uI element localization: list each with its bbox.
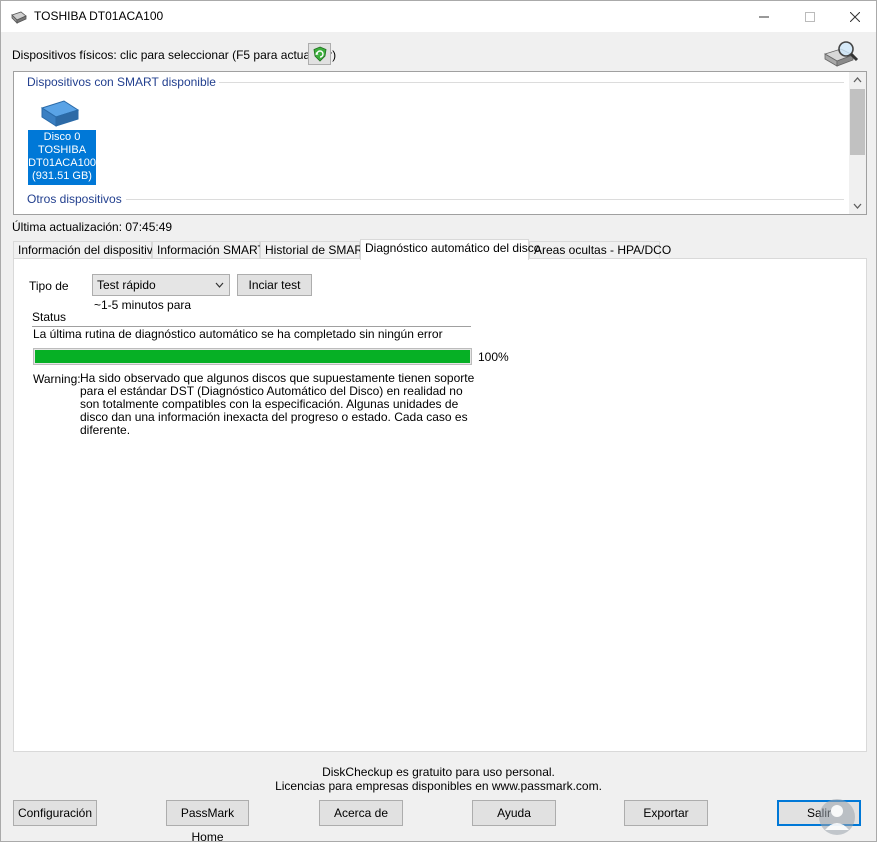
test-type-select[interactable]: Test rápido [92,274,230,296]
chevron-down-icon [853,203,862,209]
group-divider [126,199,844,200]
disk-name: Disco 0 [43,131,81,143]
disk-size: (931.51 GB) [32,170,92,182]
chevron-up-icon [853,77,862,83]
maximize-icon [805,11,815,22]
last-update-label: Última actualización: 07:45:49 [12,220,173,234]
passmark-home-button[interactable]: PassMark Home [166,800,249,842]
status-text: La última rutina de diagnóstico automáti… [32,326,471,343]
minimize-icon [759,16,769,17]
other-group-label: Otros dispositivos [27,192,122,206]
test-duration: ~1-5 minutos para [94,298,192,312]
footer-line-2: Licencias para empresas disponibles en w… [275,779,602,793]
progress-fill [35,350,470,363]
device-list-panel[interactable]: Dispositivos con SMART disponible Disco … [13,71,867,215]
self-test-panel: Tipo de Test rápido Inciar test ~1-5 min… [13,258,867,752]
smart-group-label: Dispositivos con SMART disponible [27,75,216,89]
about-button[interactable]: Acerca de [319,800,403,826]
tab-smart-info[interactable]: Información SMART [152,241,265,259]
magnifier-icon[interactable] [823,40,859,70]
smart-group-header: Dispositivos con SMART disponible [27,75,216,89]
other-group-header: Otros dispositivos [27,192,122,206]
watermark-logo-icon [819,799,855,835]
close-button[interactable] [832,1,877,32]
device-list-scrollbar[interactable] [849,72,866,214]
progress-bar [33,348,472,365]
disk-0-item[interactable]: Disco 0 TOSHIBA DT01ACA100 (931.51 GB) [28,130,96,185]
refresh-button[interactable] [308,43,331,65]
scroll-thumb[interactable] [850,89,865,155]
shield-refresh-icon [313,46,326,62]
warning-label: Warning: [33,372,81,386]
minimize-button[interactable] [741,1,787,32]
export-button[interactable]: Exportar [624,800,708,826]
scroll-down-button[interactable] [849,198,866,214]
test-type-label: Tipo de [29,279,69,293]
status-label: Status [32,310,67,324]
disk-app-icon [11,11,27,24]
test-type-value: Test rápido [97,278,156,292]
footer-notice: DiskCheckup es gratuito para uso persona… [1,765,876,793]
start-test-button[interactable]: Inciar test [237,274,312,296]
maximize-button[interactable] [787,1,833,32]
footer-line-1: DiskCheckup es gratuito para uso persona… [322,765,555,779]
warning-text: Ha sido observado que algunos discos que… [80,371,475,437]
chevron-down-icon [215,275,224,302]
title-bar[interactable]: TOSHIBA DT01ACA100 [1,1,876,32]
help-button[interactable]: Ayuda [472,800,556,826]
hard-disk-icon[interactable] [40,98,80,130]
scroll-up-button[interactable] [849,72,866,88]
window-title: TOSHIBA DT01ACA100 [34,9,164,23]
disk-model: DT01ACA100 [28,157,96,169]
tab-smart-history[interactable]: Historial de SMART [260,241,370,259]
progress-percent: 100% [478,350,509,364]
app-window: TOSHIBA DT01ACA100 Dispositivos físicos:… [0,0,877,842]
group-divider [219,82,844,83]
disk-vendor: TOSHIBA [37,144,87,156]
configuration-button[interactable]: Configuración [13,800,97,826]
physical-devices-label: Dispositivos físicos: clic para seleccio… [12,48,337,62]
tab-self-test[interactable]: Diagnóstico automático del disco [360,239,540,260]
tab-device-info[interactable]: Información del dispositivo [13,241,159,259]
close-icon [850,11,860,22]
tab-hidden-areas[interactable]: Areas ocultas - HPA/DCO [529,241,671,259]
